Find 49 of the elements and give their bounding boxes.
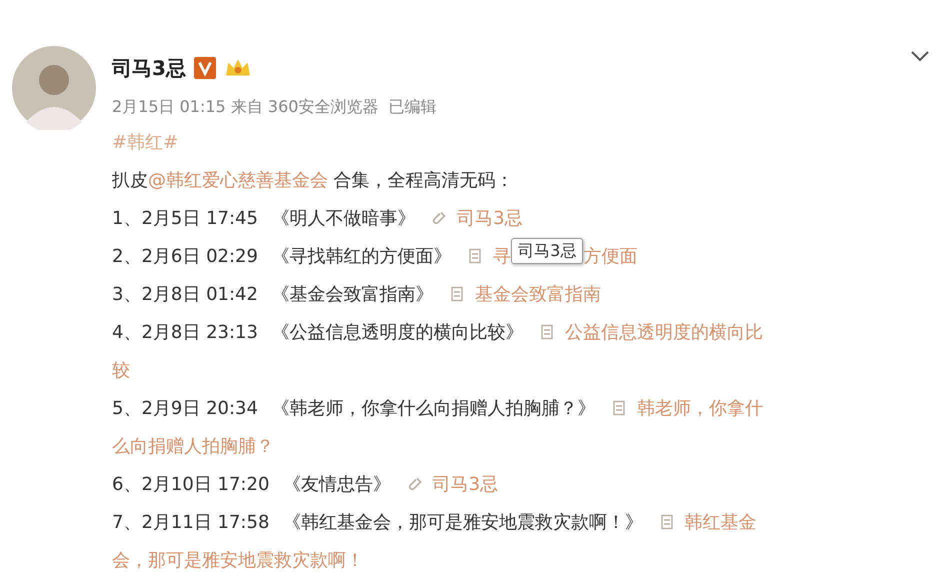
article-link[interactable]: 韩老师，你拿什 [637,398,764,419]
article-link[interactable]: 寻 [493,246,512,267]
post-date: 2月6日 02:29 [141,246,258,267]
list-number: 7、 [112,512,142,533]
list-number: 1、 [112,208,142,229]
article-icon [449,286,466,302]
post-text: 合集，全程高清无码： [332,170,514,191]
post-date: 2月11日 17:58 [141,512,270,533]
article-link[interactable]: 基金会致富指南 [475,284,602,305]
post-date: 2月9日 20:34 [141,398,258,419]
tooltip: 司马3忌 [511,238,584,264]
article-link[interactable]: 司马3忌 [432,474,498,495]
list-number: 6、 [112,474,142,495]
author-name[interactable]: 司马3忌 [112,54,186,82]
article-title: 《韩红基金会，那可是雅安地震救灾款啊！》 [283,512,644,533]
post-date: 2月8日 23:13 [141,322,258,343]
article-icon [539,324,556,340]
article-title: 《寻找韩红的方便面》 [272,246,452,267]
article-link[interactable]: 么向捐赠人拍胸脯？ [112,436,274,457]
article-link[interactable]: 公益信息透明度的横向比 [565,322,764,343]
article-icon [611,400,628,416]
list-number: 3、 [112,284,142,305]
chevron-down-icon[interactable] [910,50,930,62]
article-title: 《友情忠告》 [283,474,392,495]
hashtag-link[interactable]: #韩红# [112,132,178,153]
post-date: 2月10日 17:20 [141,474,270,495]
article-link[interactable]: 方便面 [583,246,638,267]
article-link[interactable]: 较 [112,360,130,381]
list-number: 5、 [112,398,142,419]
article-link[interactable]: 韩红基金 [684,512,757,533]
article-icon [467,248,484,264]
article-icon [658,514,675,530]
post-text: 扒皮 [112,170,148,191]
post-date: 2月5日 17:45 [141,208,258,229]
article-link[interactable]: 会，那可是雅安地震救灾款啊！ [112,550,364,571]
avatar-icon[interactable] [12,46,96,130]
link-icon [431,210,448,226]
list-number: 4、 [112,322,142,343]
article-title: 《基金会致富指南》 [272,284,434,305]
article-title: 《明人不做暗事》 [272,208,416,229]
post-meta: 2月15日 01:15 来自 360安全浏览器 已编辑 [112,96,438,118]
link-icon [406,476,423,492]
article-title: 《韩老师，你拿什么向捐赠人拍胸脯？》 [272,398,596,419]
post-date: 2月8日 01:42 [141,284,258,305]
article-link[interactable]: 司马3忌 [457,208,523,229]
mention-link[interactable]: @韩红爱心慈善基金会 [148,170,328,191]
article-title: 《公益信息透明度的横向比较》 [272,322,524,343]
verified-badge-icon [194,57,216,79]
list-number: 2、 [112,246,142,267]
